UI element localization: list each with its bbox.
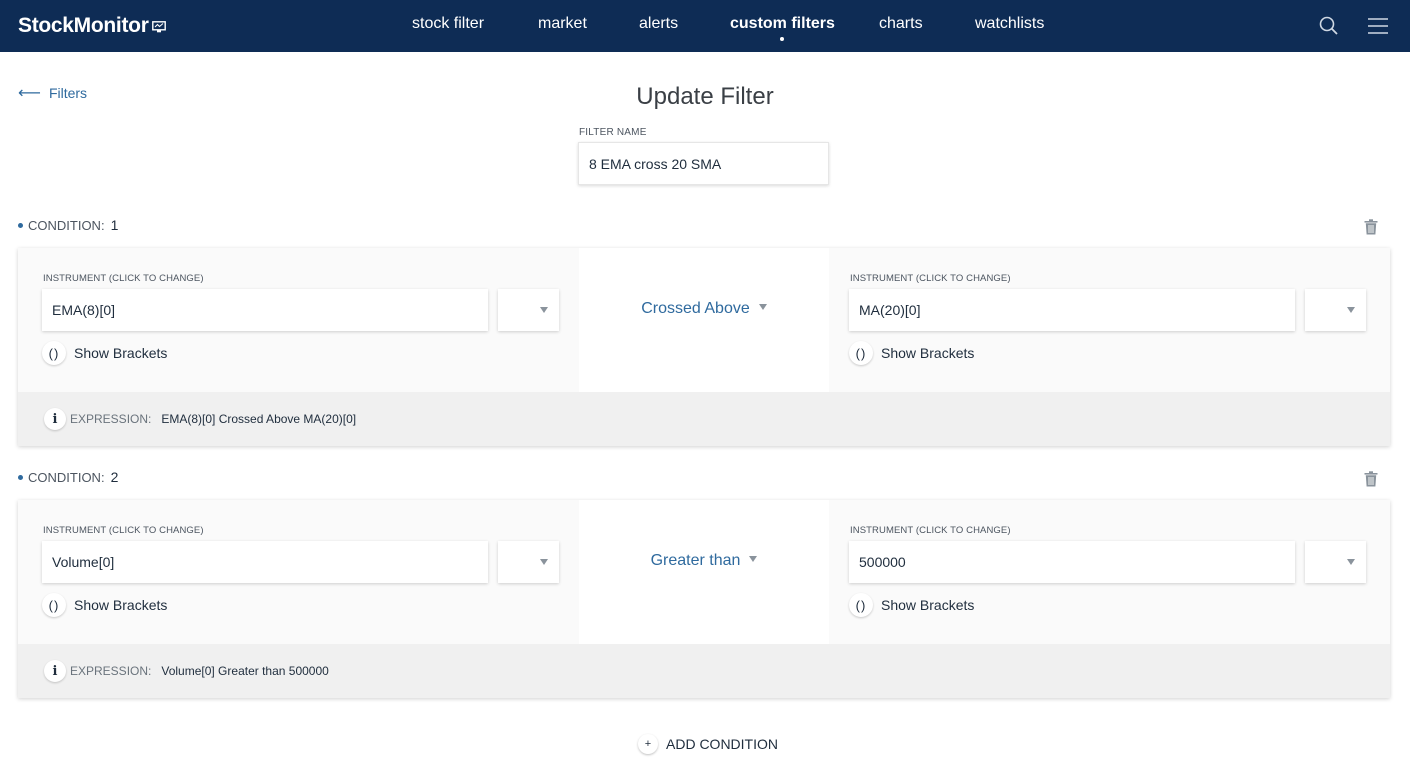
right-instrument-field[interactable]: 500000 [849, 541, 1295, 583]
nav-market[interactable]: market [538, 15, 587, 37]
add-condition-button[interactable]: + ADD CONDITION [638, 734, 778, 754]
info-icon[interactable]: i [44, 408, 66, 430]
trash-icon[interactable] [1364, 219, 1380, 237]
instrument-label: INSTRUMENT (CLICK TO CHANGE) [43, 525, 204, 536]
condition-card: INSTRUMENT (CLICK TO CHANGE) EMA(8)[0] (… [18, 248, 1390, 446]
expression: i EXPRESSION: EMA(8)[0] Crossed Above MA… [44, 408, 356, 430]
instrument-label: INSTRUMENT (CLICK TO CHANGE) [850, 273, 1011, 284]
instrument-value: Volume[0] [52, 554, 115, 570]
trash-icon[interactable] [1364, 471, 1380, 489]
brackets-icon: () [42, 341, 66, 365]
info-icon[interactable]: i [44, 660, 66, 682]
logo-text: StockMonitor [18, 14, 149, 37]
nav-watchlists[interactable]: watchlists [975, 15, 1044, 37]
page-title: Update Filter [636, 83, 774, 110]
nav-label: custom filters [730, 15, 835, 32]
nav-label: watchlists [975, 15, 1045, 32]
bullet-icon [18, 474, 23, 480]
logo[interactable]: StockMonitor [18, 12, 166, 40]
right-instrument-field[interactable]: MA(20)[0] [849, 289, 1295, 331]
brackets-icon: () [42, 593, 66, 617]
expression-value: EMA(8)[0] Crossed Above MA(20)[0] [161, 412, 357, 426]
operator-label: Crossed Above [641, 300, 750, 317]
operator-panel: Crossed Above [579, 248, 829, 392]
expression-value: Volume[0] Greater than 500000 [161, 664, 329, 678]
expression: i EXPRESSION: Volume[0] Greater than 500… [44, 660, 329, 682]
main-nav: stock filter market alerts custom filter… [0, 0, 1410, 52]
right-instrument-dropdown[interactable] [1305, 541, 1366, 583]
left-instrument-field[interactable]: Volume[0] [42, 541, 488, 583]
brackets-icon: () [849, 341, 873, 365]
nav-label: charts [879, 15, 923, 32]
operator-panel: Greater than [579, 500, 829, 644]
operator-select[interactable]: Crossed Above [579, 300, 829, 318]
caret-down-icon [540, 307, 548, 313]
right-show-brackets-toggle[interactable]: () Show Brackets [849, 341, 974, 365]
caret-down-icon [1347, 559, 1355, 565]
condition-header: CONDITION: 2 [18, 468, 118, 486]
operator-label: Greater than [650, 552, 741, 569]
filter-name-input[interactable] [578, 142, 829, 185]
show-brackets-label: Show Brackets [881, 345, 975, 361]
condition-number: 2 [110, 469, 119, 485]
instrument-label: INSTRUMENT (CLICK TO CHANGE) [43, 273, 204, 284]
instrument-value: MA(20)[0] [859, 302, 921, 318]
left-instrument-dropdown[interactable] [498, 541, 559, 583]
nav-alerts[interactable]: alerts [639, 15, 678, 37]
brackets-icon: () [849, 593, 873, 617]
caret-down-icon [540, 559, 548, 565]
nav-label: market [538, 15, 587, 32]
add-condition-label: ADD CONDITION [666, 736, 778, 752]
monitor-icon [151, 15, 166, 39]
caret-down-icon [758, 303, 767, 310]
expression-label: EXPRESSION: [70, 412, 152, 426]
caret-down-icon [1347, 307, 1355, 313]
menu-icon[interactable] [1367, 15, 1389, 37]
nav-label: stock filter [412, 15, 485, 32]
bullet-icon [18, 222, 23, 228]
condition-label: CONDITION: [28, 469, 105, 485]
nav-stock-filter[interactable]: stock filter [412, 15, 484, 37]
nav-custom-filters[interactable]: custom filters [730, 15, 835, 41]
operator-select[interactable]: Greater than [579, 552, 829, 570]
show-brackets-label: Show Brackets [881, 597, 975, 613]
condition-card: INSTRUMENT (CLICK TO CHANGE) Volume[0] (… [18, 500, 1390, 698]
filter-name-label: FILTER NAME [579, 127, 647, 138]
search-icon[interactable] [1318, 15, 1340, 37]
right-instrument-dropdown[interactable] [1305, 289, 1366, 331]
left-show-brackets-toggle[interactable]: () Show Brackets [42, 341, 167, 365]
caret-down-icon [749, 555, 758, 562]
expression-label: EXPRESSION: [70, 664, 152, 678]
top-navigation-bar: StockMonitor stock filter market alerts … [0, 0, 1410, 52]
nav-charts[interactable]: charts [879, 15, 923, 37]
condition-number: 1 [110, 217, 119, 233]
instrument-label: INSTRUMENT (CLICK TO CHANGE) [850, 525, 1011, 536]
expression-bar: i EXPRESSION: EMA(8)[0] Crossed Above MA… [18, 392, 1390, 446]
left-show-brackets-toggle[interactable]: () Show Brackets [42, 593, 167, 617]
right-show-brackets-toggle[interactable]: () Show Brackets [849, 593, 974, 617]
show-brackets-label: Show Brackets [74, 345, 168, 361]
instrument-value: EMA(8)[0] [52, 302, 116, 318]
nav-label: alerts [639, 15, 679, 32]
condition-header: CONDITION: 1 [18, 216, 118, 234]
plus-icon: + [638, 734, 658, 754]
left-instrument-dropdown[interactable] [498, 289, 559, 331]
condition-label: CONDITION: [28, 217, 105, 233]
expression-bar: i EXPRESSION: Volume[0] Greater than 500… [18, 644, 1390, 698]
left-instrument-field[interactable]: EMA(8)[0] [42, 289, 488, 331]
active-indicator [780, 37, 785, 41]
instrument-value: 500000 [859, 554, 906, 570]
show-brackets-label: Show Brackets [74, 597, 168, 613]
